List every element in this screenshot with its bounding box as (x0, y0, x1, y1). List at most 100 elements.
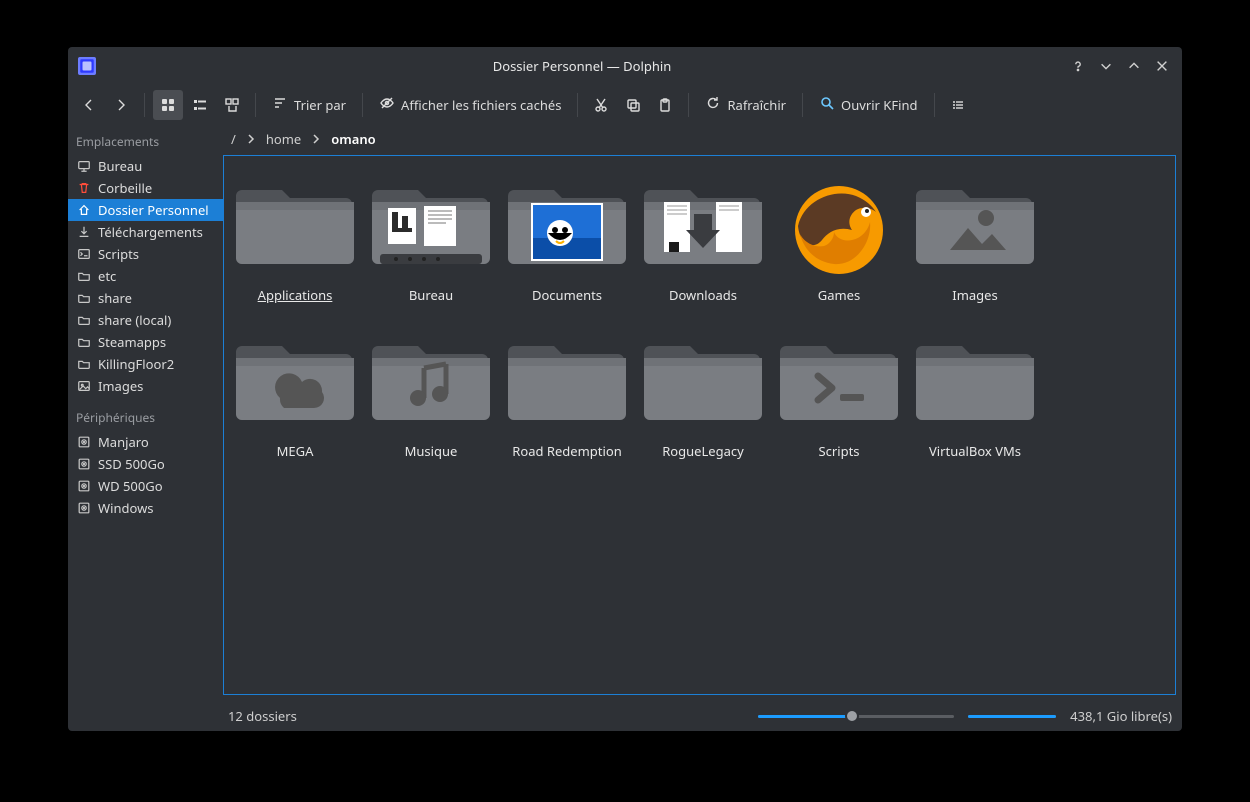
folder-item[interactable]: Road Redemption (502, 326, 632, 474)
help-button[interactable] (1068, 56, 1088, 76)
maximize-button[interactable] (1124, 56, 1144, 76)
folder-view[interactable]: Applications Bureau Documents (223, 155, 1176, 695)
folder-item[interactable]: MEGA (230, 326, 360, 474)
folder-item[interactable]: Downloads (638, 170, 768, 318)
sidebar-device-wd-500go[interactable]: WD 500Go (68, 475, 223, 497)
folder-item[interactable]: Applications (230, 170, 360, 318)
folder-icon (644, 332, 762, 432)
sidebar-item-label: Images (98, 377, 143, 395)
sidebar-item-images[interactable]: Images (68, 375, 223, 397)
sidebar-item-scripts[interactable]: Scripts (68, 243, 223, 265)
forward-button[interactable] (106, 90, 136, 120)
refresh-label: Rafraîchir (727, 96, 786, 114)
sidebar-item-label: share (98, 289, 132, 307)
sidebar-device-ssd-500go[interactable]: SSD 500Go (68, 453, 223, 475)
sidebar-item-steamapps[interactable]: Steamapps (68, 331, 223, 353)
show-hidden-button[interactable]: Afficher les fichiers cachés (371, 90, 569, 120)
folder-icon (76, 356, 92, 372)
sidebar-item-dossier-personnel[interactable]: Dossier Personnel (68, 199, 223, 221)
titlebar: Dossier Personnel — Dolphin (68, 47, 1182, 85)
folder-item[interactable]: Scripts (774, 326, 904, 474)
refresh-button[interactable]: Rafraîchir (697, 90, 794, 120)
folder-label: Downloads (669, 286, 737, 304)
folder-icon (236, 176, 354, 276)
folder-label: Games (818, 286, 860, 304)
minimize-button[interactable] (1096, 56, 1116, 76)
sidebar-item-t-l-chargements[interactable]: Téléchargements (68, 221, 223, 243)
sidebar-item-label: share (local) (98, 311, 171, 329)
folder-label: Road Redemption (512, 442, 621, 460)
search-icon (819, 95, 835, 115)
folder-item[interactable]: Musique (366, 326, 496, 474)
eye-off-icon (379, 95, 395, 115)
back-button[interactable] (74, 90, 104, 120)
sidebar-item-share-local-[interactable]: share (local) (68, 309, 223, 331)
sidebar-item-etc[interactable]: etc (68, 265, 223, 287)
compact-view-button[interactable] (185, 90, 215, 120)
copy-button[interactable] (618, 90, 648, 120)
icons-view-button[interactable] (153, 90, 183, 120)
disk-icon (76, 456, 92, 472)
devices-header: Périphériques (68, 403, 223, 431)
kfind-button[interactable]: Ouvrir KFind (811, 90, 925, 120)
details-view-button[interactable] (217, 90, 247, 120)
folder-icon (780, 176, 898, 276)
places-header: Emplacements (68, 127, 223, 155)
chevron-right-icon (246, 130, 256, 148)
sidebar-item-label: Windows (98, 499, 154, 517)
breadcrumb-root[interactable]: / (231, 130, 236, 148)
breadcrumb-current[interactable]: omano (331, 130, 375, 148)
home-icon (76, 202, 92, 218)
sidebar-item-label: etc (98, 267, 116, 285)
close-button[interactable] (1152, 56, 1172, 76)
folder-item[interactable]: Bureau (366, 170, 496, 318)
terminal-icon (76, 246, 92, 262)
main-column: / home omano Applications Bureau (223, 125, 1182, 701)
folder-label: VirtualBox VMs (929, 442, 1021, 460)
sort-button[interactable]: Trier par (264, 90, 354, 120)
sidebar: Emplacements BureauCorbeille Dossier Pers… (68, 125, 223, 701)
folder-icon (780, 332, 898, 432)
folder-label: Musique (405, 442, 458, 460)
sidebar-item-corbeille[interactable]: Corbeille (68, 177, 223, 199)
folder-item[interactable]: VirtualBox VMs (910, 326, 1040, 474)
folder-item[interactable]: Documents (502, 170, 632, 318)
folder-icon (372, 176, 490, 276)
sidebar-item-label: Steamapps (98, 333, 166, 351)
sidebar-item-killingfloor2[interactable]: KillingFloor2 (68, 353, 223, 375)
folder-label: Bureau (409, 286, 453, 304)
folder-item[interactable]: Images (910, 170, 1040, 318)
paste-button[interactable] (650, 90, 680, 120)
folder-icon (76, 334, 92, 350)
toolbar: Trier par Afficher les fichiers cachés R… (68, 85, 1182, 125)
sidebar-device-manjaro[interactable]: Manjaro (68, 431, 223, 453)
folder-label: MEGA (277, 442, 314, 460)
app-icon (78, 57, 96, 75)
show-hidden-label: Afficher les fichiers cachés (401, 96, 561, 114)
folder-icon (644, 176, 762, 276)
sidebar-device-windows[interactable]: Windows (68, 497, 223, 519)
sidebar-item-bureau[interactable]: Bureau (68, 155, 223, 177)
folder-icon (76, 268, 92, 284)
folder-item[interactable]: RogueLegacy (638, 326, 768, 474)
folder-label: Scripts (818, 442, 859, 460)
cut-button[interactable] (586, 90, 616, 120)
disk-icon (76, 500, 92, 516)
kfind-label: Ouvrir KFind (841, 96, 917, 114)
folder-label: Applications (258, 286, 333, 304)
breadcrumb-home[interactable]: home (266, 130, 301, 148)
chevron-right-icon (311, 130, 321, 148)
folder-item[interactable]: Games (774, 170, 904, 318)
trash-icon (76, 180, 92, 196)
folder-icon (76, 290, 92, 306)
zoom-slider[interactable] (758, 706, 954, 726)
sidebar-item-label: Dossier Personnel (98, 201, 209, 219)
images-icon (76, 378, 92, 394)
folder-icon (508, 176, 626, 276)
folder-icon (916, 332, 1034, 432)
disk-usage-bar (968, 715, 1056, 718)
sidebar-item-share[interactable]: share (68, 287, 223, 309)
folder-icon (76, 312, 92, 328)
menu-button[interactable] (943, 90, 973, 120)
dolphin-window: Dossier Personnel — Dolphin Trier par Af… (68, 47, 1182, 731)
